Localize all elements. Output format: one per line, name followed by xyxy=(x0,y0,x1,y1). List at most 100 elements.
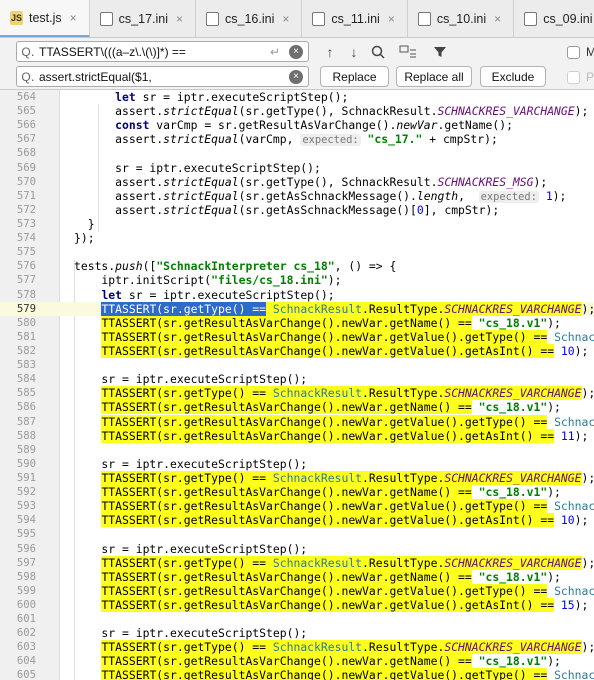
code-line[interactable]: 595 xyxy=(0,527,594,541)
code-line[interactable]: 569 sr = iptr.executeScriptStep(); xyxy=(0,161,594,175)
code-token: ); xyxy=(574,513,589,528)
code-line[interactable]: 588 TTASSERT(sr.getResultAsVarChange().n… xyxy=(0,428,594,443)
previous-occurrence-icon[interactable]: ↑ xyxy=(322,41,338,62)
code-token: iptr.initScript( xyxy=(74,273,212,288)
search-input[interactable]: TTASSERT\(((a–z\.\(\)]*) == xyxy=(39,45,267,59)
code-line[interactable]: 566 const varCmp = sr.getResultAsVarChan… xyxy=(0,118,594,132)
line-number: 576 xyxy=(16,260,36,273)
code-editor[interactable]: 564 let sr = iptr.executeScriptStep(); 56… xyxy=(0,90,594,680)
clear-replace-icon[interactable]: × xyxy=(289,69,303,84)
code-line[interactable]: 590 sr = iptr.executeScriptStep(); xyxy=(0,457,594,471)
preserve-case-label: P xyxy=(586,70,594,84)
tab-cs-17-ini[interactable]: cs_17.ini × xyxy=(90,0,197,37)
code-line[interactable]: 565 assert.strictEqual(sr.getType(), Sch… xyxy=(0,104,594,118)
tab-cs-11-ini[interactable]: cs_11.ini × xyxy=(302,0,408,37)
close-tab-icon[interactable]: × xyxy=(388,12,395,26)
code-line[interactable]: 578 let sr = iptr.executeScriptStep(); xyxy=(0,288,594,302)
code-line[interactable]: 603 TTASSERT(sr.getType() == SchnackResu… xyxy=(0,640,594,655)
code-line[interactable]: 582 TTASSERT(sr.getResultAsVarChange().n… xyxy=(0,343,594,358)
replace-button[interactable]: Replace xyxy=(320,66,389,87)
replace-field[interactable]: Q․ assert.strictEqual($1, × xyxy=(16,66,309,87)
close-tab-icon[interactable]: × xyxy=(70,11,77,25)
line-number: 577 xyxy=(16,274,36,287)
code-line[interactable]: 584 sr = iptr.executeScriptStep(); xyxy=(0,372,594,386)
replace-history-icon[interactable]: Q․ xyxy=(17,70,39,84)
search-match: .ResultType. xyxy=(362,555,445,570)
code-line[interactable]: 575 xyxy=(0,245,594,259)
preserve-case-checkbox[interactable] xyxy=(567,71,580,84)
replace-all-button[interactable]: Replace all xyxy=(396,66,472,87)
code-line[interactable]: 583 xyxy=(0,358,594,372)
code-line[interactable]: 580 TTASSERT(sr.getResultAsVarChange().n… xyxy=(0,315,594,330)
clear-search-icon[interactable]: × xyxy=(289,44,303,59)
code-line[interactable]: 577 iptr.initScript("files/cs_18.ini"); xyxy=(0,273,594,287)
exclude-button[interactable]: Exclude xyxy=(480,66,546,87)
code-token: strictEqual xyxy=(163,104,239,119)
line-number: 581 xyxy=(16,330,36,343)
code-token: ); xyxy=(581,640,594,655)
code-line[interactable]: 570 assert.strictEqual(sr.getType(), Sch… xyxy=(0,175,594,189)
code-line[interactable]: 601 xyxy=(0,612,594,626)
code-line[interactable]: 591 TTASSERT(sr.getType() == SchnackResu… xyxy=(0,470,594,485)
select-all-occurrences-icon[interactable] xyxy=(398,41,418,62)
close-tab-icon[interactable]: × xyxy=(282,12,289,26)
code-line[interactable]: 594 TTASSERT(sr.getResultAsVarChange().n… xyxy=(0,513,594,528)
code-line[interactable]: 598 TTASSERT(sr.getResultAsVarChange().n… xyxy=(0,569,594,584)
code-token: ); xyxy=(547,315,561,330)
code-text: let sr = iptr.executeScriptStep(); xyxy=(74,288,334,302)
code-line[interactable]: 587 TTASSERT(sr.getResultAsVarChange().n… xyxy=(0,414,594,429)
match-case-checkbox[interactable] xyxy=(567,46,580,59)
code-line[interactable]: 602 sr = iptr.executeScriptStep(); xyxy=(0,626,594,640)
code-line[interactable]: 574}); xyxy=(0,231,594,245)
code-line[interactable]: 605 TTASSERT(sr.getResultAsVarChange().n… xyxy=(0,668,594,680)
tab-test-js[interactable]: JS test.js × xyxy=(0,0,90,37)
code-line[interactable]: 564 let sr = iptr.executeScriptStep(); xyxy=(0,90,594,104)
tab-cs-10-ini[interactable]: cs_10.ini × xyxy=(408,0,515,37)
code-line[interactable]: 589 xyxy=(0,443,594,457)
line-number: 564 xyxy=(16,91,36,103)
code-line[interactable]: 581 TTASSERT(sr.getResultAsVarChange().n… xyxy=(0,329,594,344)
code-line[interactable]: 571 assert.strictEqual(sr.getAsSchnackMe… xyxy=(0,189,594,203)
code-token: assert. xyxy=(74,104,164,119)
search-history-icon[interactable]: Q․ xyxy=(17,45,39,59)
filter-icon[interactable] xyxy=(430,41,450,62)
find-all-occurrences-icon[interactable] xyxy=(368,41,388,62)
close-tab-icon[interactable]: × xyxy=(176,12,183,26)
code-line[interactable]: 568 xyxy=(0,146,594,160)
code-token: strictEqual xyxy=(163,188,239,203)
code-line[interactable]: 596 sr = iptr.executeScriptStep(); xyxy=(0,542,594,556)
code-line[interactable]: 572 assert.strictEqual(sr.getAsSchnackMe… xyxy=(0,203,594,217)
code-line[interactable]: 585 TTASSERT(sr.getType() == SchnackResu… xyxy=(0,386,594,401)
next-occurrence-icon[interactable]: ↓ xyxy=(346,41,362,62)
tab-cs-09-ini[interactable]: cs_09.ini× xyxy=(514,0,594,37)
search-field[interactable]: Q․ TTASSERT\(((a–z\.\(\)]*) == ↵ × xyxy=(16,41,309,62)
code-line[interactable]: 599 TTASSERT(sr.getResultAsVarChange().n… xyxy=(0,583,594,598)
code-text: TTASSERT(sr.getResultAsVarChange().newVa… xyxy=(74,485,561,500)
code-line[interactable]: 573 } xyxy=(0,217,594,231)
code-line[interactable]: 597 TTASSERT(sr.getType() == SchnackResu… xyxy=(0,555,594,570)
code-text: TTASSERT(sr.getResultAsVarChange().newVa… xyxy=(74,569,561,584)
search-match: TTASSERT(sr.getType() == xyxy=(101,470,267,485)
tab-cs-16-ini[interactable]: cs_16.ini × xyxy=(196,0,303,37)
code-line[interactable]: 592 TTASSERT(sr.getResultAsVarChange().n… xyxy=(0,485,594,500)
code-line[interactable]: 600 TTASSERT(sr.getResultAsVarChange().n… xyxy=(0,597,594,612)
code-line[interactable]: 586 TTASSERT(sr.getResultAsVarChange().n… xyxy=(0,400,594,415)
line-number: 567 xyxy=(16,133,36,146)
replace-input[interactable]: assert.strictEqual($1, xyxy=(39,70,283,84)
close-tab-icon[interactable]: × xyxy=(494,12,501,26)
code-line[interactable]: 593 TTASSERT(sr.getResultAsVarChange().n… xyxy=(0,499,594,514)
line-number: 604 xyxy=(16,655,36,668)
search-match: TTASSERT(sr.getResultAsVarChange().newVa… xyxy=(101,499,548,514)
line-number: 591 xyxy=(16,471,36,484)
new-line-icon[interactable]: ↵ xyxy=(267,45,283,59)
code-line[interactable]: 576 tests.push(["SchnackInterpreter cs_18… xyxy=(0,259,594,273)
code-line[interactable]: 604 TTASSERT(sr.getResultAsVarChange().n… xyxy=(0,654,594,669)
code-token: 0 xyxy=(416,202,424,217)
code-line[interactable]: 579 TTASSERT(sr.getType() == SchnackResu… xyxy=(0,301,594,316)
code-line[interactable]: 567 assert.strictEqual(varCmp, expected:… xyxy=(0,132,594,147)
line-number: 566 xyxy=(16,119,36,132)
